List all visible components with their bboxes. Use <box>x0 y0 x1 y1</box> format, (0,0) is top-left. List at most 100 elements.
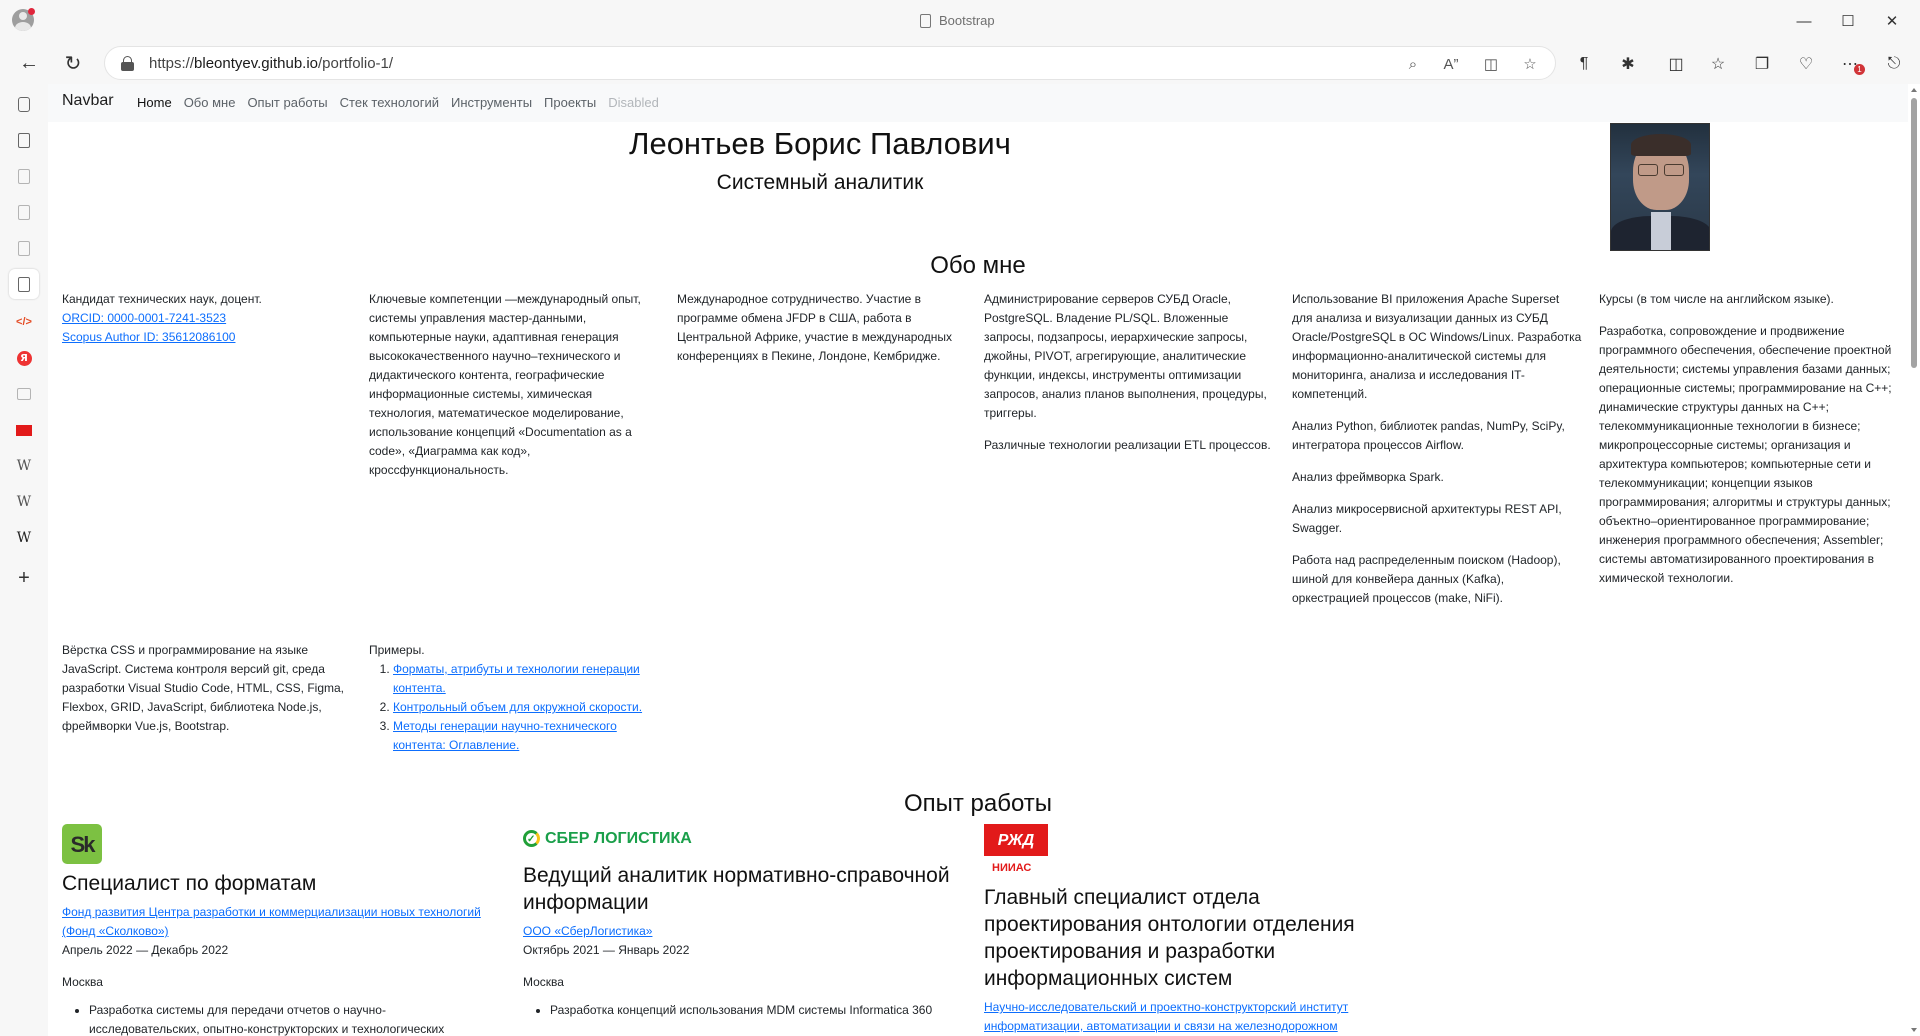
job-card-sberlogistics: ✓ СБЕР ЛОГИСТИКА Ведущий аналитик нормат… <box>523 824 953 1020</box>
code-tab-icon[interactable]: </> <box>12 310 36 334</box>
list-item: Разработка концепций использования MDM с… <box>550 1001 953 1020</box>
vertical-tab-icon[interactable] <box>12 236 36 260</box>
vertical-tab-icon[interactable] <box>12 164 36 188</box>
settings-more-icon[interactable]: ⋯ 1 <box>1836 50 1865 78</box>
rzd-tab-icon[interactable] <box>12 418 36 442</box>
extension-pilcrow-icon[interactable]: ¶ <box>1570 50 1598 78</box>
nav-link-disabled: Disabled <box>608 95 659 110</box>
orcid-link[interactable]: ORCID: 0000-0001-7241-3523 <box>62 311 226 325</box>
about-section-title: Обо мне <box>930 252 1026 279</box>
address-bar[interactable]: https://bleontyev.github.io/portfolio-1/… <box>104 46 1556 80</box>
nav-link-projects[interactable]: Проекты <box>538 95 602 110</box>
back-arrow-icon[interactable]: ← <box>13 48 45 78</box>
close-window-icon[interactable]: ✕ <box>1872 6 1912 36</box>
employer-link[interactable]: Научно-исследовательский и проектно-конс… <box>984 1000 1348 1033</box>
rzd-niias-logo: РЖД НИИАС <box>984 824 1048 878</box>
copilot-sidebar-icon[interactable]: ⎋ <box>1880 50 1908 78</box>
split-screen-icon[interactable]: ◫ <box>1662 50 1690 78</box>
example-link-generation-methods[interactable]: Методы генерации научно-технического кон… <box>393 719 617 752</box>
nav-link-experience[interactable]: Опыт работы <box>241 95 333 110</box>
etl-text: Различные технологии реализации ETL проц… <box>984 438 1271 452</box>
example-link-control-volume[interactable]: Контрольный объем для окружной скорости. <box>393 700 642 714</box>
read-aloud-icon[interactable]: A” <box>1439 52 1463 76</box>
maximize-icon[interactable]: ☐ <box>1828 6 1868 36</box>
job-card-niias: РЖД НИИАС Главный специалист отдела прое… <box>984 824 1414 1036</box>
scopus-link[interactable]: Scopus Author ID: 35612086100 <box>62 330 235 344</box>
address-toolbar: ← ↻ https://bleontyev.github.io/portfoli… <box>0 42 1920 84</box>
list-item: Форматы, атрибуты и технологии генерации… <box>393 660 659 698</box>
job-title: Главный специалист отдела проектирования… <box>984 886 1355 990</box>
vertical-tab-icon[interactable] <box>12 128 36 152</box>
active-tab-icon[interactable] <box>9 269 39 299</box>
edge-sidebar: </> Я W W W + <box>0 84 48 1036</box>
yandex-tab-icon[interactable]: Я <box>12 346 36 370</box>
wikipedia-tab-icon[interactable]: W <box>12 526 36 550</box>
vertical-scrollbar[interactable] <box>1908 84 1920 1036</box>
minimize-icon[interactable]: — <box>1784 6 1824 36</box>
immersive-reader-icon[interactable]: ◫ <box>1479 52 1503 76</box>
wikipedia-tab-icon[interactable]: W <box>12 454 36 478</box>
profile-photo <box>1610 123 1710 251</box>
list-item: Методы генерации научно-технического кон… <box>393 717 659 755</box>
page-viewport: Navbar Home Обо мне Опыт работы Стек тех… <box>48 84 1908 1036</box>
courses-text: Разработка, сопровождение и продвижение … <box>1599 324 1892 585</box>
about-col-frontend: Вёрстка CSS и программирование на языке … <box>62 641 352 749</box>
performance-heart-icon[interactable]: ♡ <box>1792 50 1820 78</box>
browser-titlebar: Bootstrap — ☐ ✕ <box>0 0 1920 42</box>
scroll-down-arrow-icon[interactable] <box>1911 1028 1917 1032</box>
scrollbar-thumb[interactable] <box>1911 98 1917 368</box>
experience-section-title: Опыт работы <box>903 790 1053 817</box>
about-col-international: Международное сотрудничество. Участие в … <box>677 290 967 379</box>
rest-text: Анализ микросервисной архитектуры REST A… <box>1292 502 1562 535</box>
url-text[interactable]: https://bleontyev.github.io/portfolio-1/ <box>149 55 393 72</box>
tab-title: Bootstrap <box>920 13 995 28</box>
scroll-up-arrow-icon[interactable] <box>1911 88 1917 92</box>
duties-list: Разработка системы для передачи отчетов … <box>62 1001 492 1036</box>
hadoop-text: Работа над распределенным поиском (Hadoo… <box>1292 553 1561 605</box>
about-col-databases: Администрирование серверов СУБД Oracle, … <box>984 290 1274 468</box>
examples-label: Примеры. <box>369 643 425 657</box>
lock-icon[interactable] <box>121 56 134 71</box>
spark-text: Анализ фреймворка Spark. <box>1292 470 1444 484</box>
profile-notification-dot <box>28 8 35 15</box>
list-item: Разработка системы для передачи отчетов … <box>89 1001 492 1036</box>
refresh-icon[interactable]: ↻ <box>57 48 89 78</box>
job-location: Москва <box>62 975 103 989</box>
mail-tab-icon[interactable] <box>12 382 36 406</box>
job-title: Специалист по форматам <box>62 872 317 895</box>
favorites-list-icon[interactable]: ☆ <box>1704 50 1732 78</box>
nav-link-about[interactable]: Обо мне <box>178 95 242 110</box>
job-period: Апрель 2022 — Декабрь 2022 <box>62 943 229 957</box>
about-col-examples: Примеры. Форматы, атрибуты и технологии … <box>369 641 659 755</box>
nav-link-stack[interactable]: Стек технологий <box>334 95 445 110</box>
notification-badge: 1 <box>1854 64 1865 75</box>
about-col-credentials: Кандидат технических наук, доцент. ORCID… <box>62 290 352 347</box>
new-tab-plus-icon[interactable]: + <box>12 566 36 590</box>
job-location: Москва <box>523 975 564 989</box>
wikipedia-tab-icon[interactable]: W <box>12 490 36 514</box>
competencies-text: Ключевые компетенции —международный опыт… <box>369 292 641 477</box>
courses-heading: Курсы (в том числе на английском языке). <box>1599 292 1834 306</box>
about-col-bi: Использование BI приложения Apache Super… <box>1292 290 1582 621</box>
nav-link-home[interactable]: Home <box>131 95 178 110</box>
sberlogistics-logo: ✓ СБЕР ЛОГИСТИКА <box>523 828 953 848</box>
employer-link[interactable]: Фонд развития Центра разработки и коммер… <box>62 905 481 938</box>
bi-text: Использование BI приложения Apache Super… <box>1292 292 1582 401</box>
tab-actions-icon[interactable] <box>12 92 36 116</box>
example-link-formats[interactable]: Форматы, атрибуты и технологии генерации… <box>393 662 640 695</box>
site-navbar: Navbar Home Обо мне Опыт работы Стек тех… <box>48 84 1908 122</box>
navbar-brand[interactable]: Navbar <box>62 92 114 110</box>
employer-link[interactable]: ООО «СберЛогистика» <box>523 924 652 938</box>
about-col-competencies: Ключевые компетенции —международный опыт… <box>369 290 659 493</box>
favorite-star-icon[interactable]: ☆ <box>1518 52 1542 76</box>
job-title: Ведущий аналитик нормативно-справочной и… <box>523 864 950 914</box>
collections-icon[interactable]: ❐ <box>1748 50 1776 78</box>
vertical-tab-icon[interactable] <box>12 200 36 224</box>
extensions-puzzle-icon[interactable]: ✱ <box>1614 50 1642 78</box>
degree-text: Кандидат технических наук, доцент. <box>62 292 262 306</box>
international-text: Международное сотрудничество. Участие в … <box>677 292 953 363</box>
databases-text: Администрирование серверов СУБД Oracle, … <box>984 292 1267 420</box>
nav-link-tools[interactable]: Инструменты <box>445 95 538 110</box>
zoom-icon[interactable]: ⌕ <box>1401 52 1425 76</box>
navbar-links: Home Обо мне Опыт работы Стек технологий… <box>131 95 665 110</box>
